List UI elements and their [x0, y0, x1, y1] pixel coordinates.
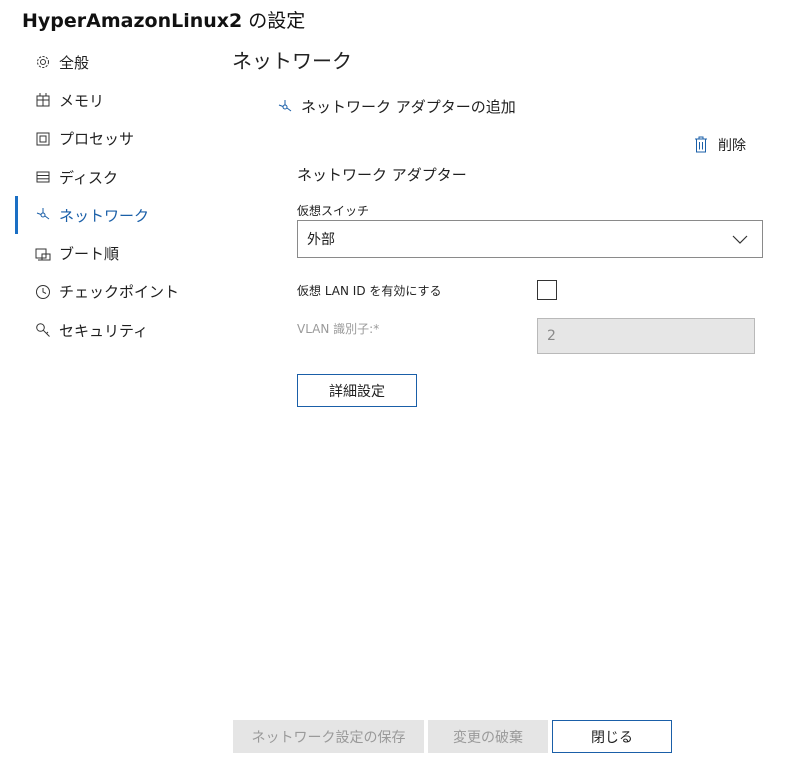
- sidebar-item-general[interactable]: 全般: [15, 43, 215, 81]
- sidebar-item-memory[interactable]: メモリ: [15, 81, 215, 119]
- sidebar-item-label: チェックポイント: [59, 283, 180, 302]
- sidebar-item-label: プロセッサ: [59, 130, 135, 149]
- sidebar-item-label: ディスク: [59, 168, 118, 187]
- sidebar-item-disk[interactable]: ディスク: [15, 158, 215, 196]
- virtual-switch-selected-value: 外部: [307, 232, 335, 248]
- sidebar-item-label: ブート順: [59, 245, 120, 264]
- vlan-id-field[interactable]: 2: [537, 318, 755, 354]
- discard-changes-button[interactable]: 変更の破棄: [428, 720, 548, 753]
- vm-name: HyperAmazonLinux2: [22, 10, 243, 32]
- sidebar-item-label: セキュリティ: [59, 321, 149, 340]
- trash-icon: [694, 136, 710, 154]
- clock-icon: [34, 283, 52, 301]
- vlan-id-label: VLAN 識別子:*: [297, 322, 380, 336]
- boot-order-icon: [34, 245, 52, 263]
- gear-icon: [34, 53, 52, 71]
- sidebar-item-boot-order[interactable]: ブート順: [15, 234, 215, 272]
- adapter-heading: ネットワーク アダプター: [297, 166, 467, 184]
- sidebar-item-label: ネットワーク: [59, 206, 150, 225]
- settings-window-title: HyperAmazonLinux2 の設定: [22, 6, 305, 33]
- sidebar-item-processor[interactable]: プロセッサ: [15, 120, 215, 158]
- sidebar-item-checkpoint[interactable]: チェックポイント: [15, 273, 215, 311]
- network-icon: [34, 206, 52, 224]
- sidebar-item-label: 全般: [59, 53, 90, 72]
- settings-sidebar: 全般 メモリ プロセッサ ディスク ネットワーク ブート順 チェックポイント セ…: [15, 43, 215, 349]
- virtual-switch-label: 仮想スイッチ: [297, 204, 370, 218]
- disk-icon: [34, 168, 52, 186]
- title-suffix: の設定: [242, 10, 306, 32]
- sidebar-item-network[interactable]: ネットワーク: [15, 196, 215, 235]
- virtual-switch-dropdown[interactable]: 外部: [297, 220, 763, 258]
- chevron-down-icon: [732, 231, 748, 247]
- memory-icon: [34, 91, 52, 109]
- sidebar-item-security[interactable]: セキュリティ: [15, 311, 215, 349]
- vlan-enable-checkbox[interactable]: [537, 280, 557, 300]
- key-icon: [34, 321, 52, 339]
- vlan-enable-label: 仮想 LAN ID を有効にする: [297, 284, 442, 298]
- processor-icon: [34, 130, 52, 148]
- delete-label: 削除: [718, 138, 746, 154]
- advanced-settings-button[interactable]: 詳細設定: [297, 374, 417, 407]
- add-network-adapter-button[interactable]: ネットワーク アダプターの追加: [277, 96, 516, 117]
- add-adapter-label: ネットワーク アダプターの追加: [301, 98, 516, 116]
- sidebar-item-label: メモリ: [59, 91, 105, 110]
- delete-button[interactable]: 削除: [694, 135, 746, 155]
- close-button[interactable]: 閉じる: [552, 720, 672, 753]
- save-network-settings-button[interactable]: ネットワーク設定の保存: [233, 720, 424, 753]
- page-title: ネットワーク: [232, 49, 352, 73]
- network-icon: [277, 98, 295, 116]
